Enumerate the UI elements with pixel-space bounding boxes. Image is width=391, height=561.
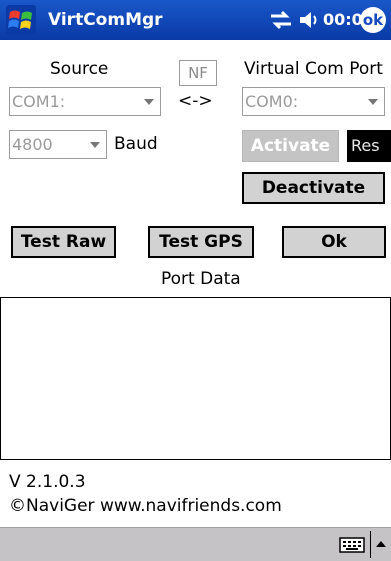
- baud-select[interactable]: 4800: [9, 130, 107, 159]
- keyboard-icon[interactable]: [339, 537, 365, 553]
- virtual-com-port-label: Virtual Com Port: [244, 59, 383, 79]
- port-data-textbox[interactable]: [0, 297, 391, 460]
- ok-badge-button[interactable]: ok: [360, 7, 386, 33]
- sip-arrow-icon[interactable]: [376, 541, 386, 547]
- app-title: VirtComMgr: [48, 10, 163, 30]
- baud-value: 4800: [12, 135, 53, 154]
- windows-start-icon[interactable]: [4, 3, 38, 37]
- copyright-label: ©NaviGer www.navifriends.com: [9, 496, 282, 516]
- menu-separator: [370, 531, 371, 558]
- virtual-port-select[interactable]: COM0:: [242, 87, 385, 116]
- port-data-label: Port Data: [161, 269, 241, 289]
- ok-button[interactable]: Ok: [282, 226, 386, 258]
- virtual-port-value: COM0:: [245, 92, 299, 111]
- test-gps-button[interactable]: Test GPS: [148, 226, 254, 258]
- volume-icon[interactable]: [298, 9, 322, 31]
- source-port-value: COM1:: [12, 92, 66, 111]
- menu-bar: [0, 527, 391, 561]
- chevron-down-icon: [90, 142, 100, 148]
- chevron-down-icon: [368, 99, 378, 105]
- connectivity-icon[interactable]: [268, 9, 294, 31]
- reset-button[interactable]: Res: [347, 130, 391, 162]
- test-raw-button[interactable]: Test Raw: [11, 226, 116, 258]
- source-port-select[interactable]: COM1:: [9, 87, 161, 116]
- nf-indicator: NF: [179, 60, 217, 86]
- baud-label: Baud: [114, 134, 158, 154]
- direction-arrows: <->: [178, 91, 213, 111]
- activate-button[interactable]: Activate: [242, 130, 339, 162]
- source-label: Source: [50, 59, 109, 79]
- version-label: V 2.1.0.3: [9, 472, 86, 492]
- deactivate-button[interactable]: Deactivate: [242, 172, 385, 204]
- chevron-down-icon: [144, 99, 154, 105]
